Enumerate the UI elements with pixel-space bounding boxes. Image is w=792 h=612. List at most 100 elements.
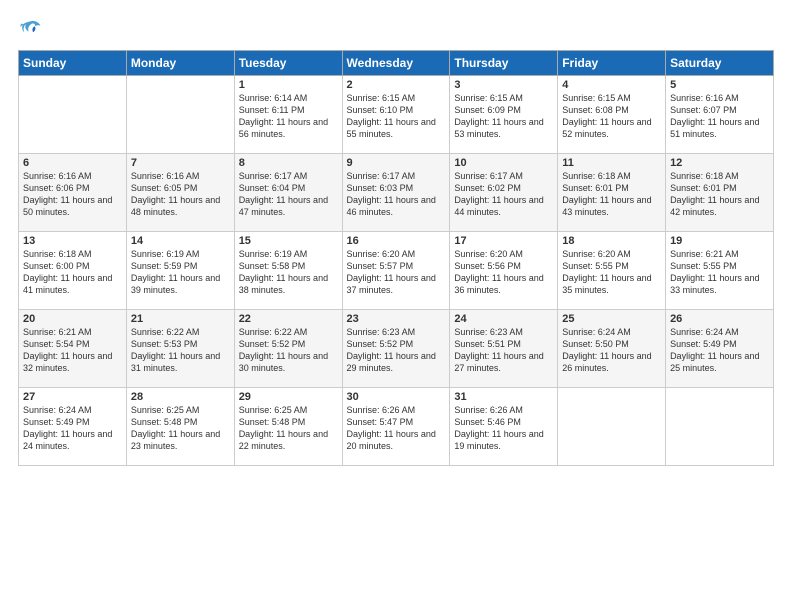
day-number: 6 [23, 157, 122, 169]
calendar-cell: 19Sunrise: 6:21 AM Sunset: 5:55 PM Dayli… [666, 232, 774, 310]
day-info: Sunrise: 6:19 AM Sunset: 5:59 PM Dayligh… [131, 248, 230, 297]
day-info: Sunrise: 6:14 AM Sunset: 6:11 PM Dayligh… [239, 92, 338, 141]
day-info: Sunrise: 6:22 AM Sunset: 5:53 PM Dayligh… [131, 326, 230, 375]
day-number: 5 [670, 79, 769, 91]
calendar-cell: 31Sunrise: 6:26 AM Sunset: 5:46 PM Dayli… [450, 388, 558, 466]
calendar-cell: 26Sunrise: 6:24 AM Sunset: 5:49 PM Dayli… [666, 310, 774, 388]
calendar-cell: 7Sunrise: 6:16 AM Sunset: 6:05 PM Daylig… [126, 154, 234, 232]
day-info: Sunrise: 6:18 AM Sunset: 6:01 PM Dayligh… [670, 170, 769, 219]
calendar-header-saturday: Saturday [666, 51, 774, 76]
calendar-cell: 22Sunrise: 6:22 AM Sunset: 5:52 PM Dayli… [234, 310, 342, 388]
calendar-week-3: 13Sunrise: 6:18 AM Sunset: 6:00 PM Dayli… [19, 232, 774, 310]
day-number: 7 [131, 157, 230, 169]
calendar-cell: 24Sunrise: 6:23 AM Sunset: 5:51 PM Dayli… [450, 310, 558, 388]
calendar-week-4: 20Sunrise: 6:21 AM Sunset: 5:54 PM Dayli… [19, 310, 774, 388]
calendar-cell: 9Sunrise: 6:17 AM Sunset: 6:03 PM Daylig… [342, 154, 450, 232]
day-info: Sunrise: 6:15 AM Sunset: 6:10 PM Dayligh… [347, 92, 446, 141]
calendar-cell: 5Sunrise: 6:16 AM Sunset: 6:07 PM Daylig… [666, 76, 774, 154]
calendar-cell [126, 76, 234, 154]
day-info: Sunrise: 6:19 AM Sunset: 5:58 PM Dayligh… [239, 248, 338, 297]
day-number: 17 [454, 235, 553, 247]
day-info: Sunrise: 6:15 AM Sunset: 6:08 PM Dayligh… [562, 92, 661, 141]
day-number: 13 [23, 235, 122, 247]
day-number: 12 [670, 157, 769, 169]
day-info: Sunrise: 6:17 AM Sunset: 6:04 PM Dayligh… [239, 170, 338, 219]
day-info: Sunrise: 6:25 AM Sunset: 5:48 PM Dayligh… [131, 404, 230, 453]
calendar-cell: 27Sunrise: 6:24 AM Sunset: 5:49 PM Dayli… [19, 388, 127, 466]
day-number: 18 [562, 235, 661, 247]
day-info: Sunrise: 6:16 AM Sunset: 6:07 PM Dayligh… [670, 92, 769, 141]
calendar-header-tuesday: Tuesday [234, 51, 342, 76]
day-info: Sunrise: 6:23 AM Sunset: 5:52 PM Dayligh… [347, 326, 446, 375]
day-number: 2 [347, 79, 446, 91]
day-number: 10 [454, 157, 553, 169]
calendar-cell: 25Sunrise: 6:24 AM Sunset: 5:50 PM Dayli… [558, 310, 666, 388]
calendar-cell: 1Sunrise: 6:14 AM Sunset: 6:11 PM Daylig… [234, 76, 342, 154]
day-number: 29 [239, 391, 338, 403]
day-number: 1 [239, 79, 338, 91]
day-number: 4 [562, 79, 661, 91]
day-info: Sunrise: 6:17 AM Sunset: 6:02 PM Dayligh… [454, 170, 553, 219]
calendar-cell: 23Sunrise: 6:23 AM Sunset: 5:52 PM Dayli… [342, 310, 450, 388]
logo [18, 18, 42, 40]
calendar-cell: 28Sunrise: 6:25 AM Sunset: 5:48 PM Dayli… [126, 388, 234, 466]
logo-bird-icon [20, 18, 42, 40]
calendar-cell: 4Sunrise: 6:15 AM Sunset: 6:08 PM Daylig… [558, 76, 666, 154]
day-info: Sunrise: 6:20 AM Sunset: 5:57 PM Dayligh… [347, 248, 446, 297]
day-number: 14 [131, 235, 230, 247]
day-number: 22 [239, 313, 338, 325]
calendar-cell: 14Sunrise: 6:19 AM Sunset: 5:59 PM Dayli… [126, 232, 234, 310]
day-info: Sunrise: 6:22 AM Sunset: 5:52 PM Dayligh… [239, 326, 338, 375]
header [18, 18, 774, 40]
day-number: 20 [23, 313, 122, 325]
day-info: Sunrise: 6:21 AM Sunset: 5:54 PM Dayligh… [23, 326, 122, 375]
day-info: Sunrise: 6:26 AM Sunset: 5:46 PM Dayligh… [454, 404, 553, 453]
day-number: 30 [347, 391, 446, 403]
calendar-week-5: 27Sunrise: 6:24 AM Sunset: 5:49 PM Dayli… [19, 388, 774, 466]
day-info: Sunrise: 6:16 AM Sunset: 6:06 PM Dayligh… [23, 170, 122, 219]
calendar-cell: 8Sunrise: 6:17 AM Sunset: 6:04 PM Daylig… [234, 154, 342, 232]
calendar-cell: 16Sunrise: 6:20 AM Sunset: 5:57 PM Dayli… [342, 232, 450, 310]
day-info: Sunrise: 6:24 AM Sunset: 5:50 PM Dayligh… [562, 326, 661, 375]
calendar-cell [558, 388, 666, 466]
day-number: 23 [347, 313, 446, 325]
day-number: 21 [131, 313, 230, 325]
calendar-header-monday: Monday [126, 51, 234, 76]
calendar-cell: 21Sunrise: 6:22 AM Sunset: 5:53 PM Dayli… [126, 310, 234, 388]
calendar-cell: 15Sunrise: 6:19 AM Sunset: 5:58 PM Dayli… [234, 232, 342, 310]
day-info: Sunrise: 6:20 AM Sunset: 5:55 PM Dayligh… [562, 248, 661, 297]
day-number: 25 [562, 313, 661, 325]
calendar-cell: 12Sunrise: 6:18 AM Sunset: 6:01 PM Dayli… [666, 154, 774, 232]
calendar-header-thursday: Thursday [450, 51, 558, 76]
day-info: Sunrise: 6:25 AM Sunset: 5:48 PM Dayligh… [239, 404, 338, 453]
day-info: Sunrise: 6:20 AM Sunset: 5:56 PM Dayligh… [454, 248, 553, 297]
day-number: 16 [347, 235, 446, 247]
day-info: Sunrise: 6:26 AM Sunset: 5:47 PM Dayligh… [347, 404, 446, 453]
day-info: Sunrise: 6:24 AM Sunset: 5:49 PM Dayligh… [23, 404, 122, 453]
calendar-cell [19, 76, 127, 154]
calendar-week-1: 1Sunrise: 6:14 AM Sunset: 6:11 PM Daylig… [19, 76, 774, 154]
day-number: 27 [23, 391, 122, 403]
day-info: Sunrise: 6:16 AM Sunset: 6:05 PM Dayligh… [131, 170, 230, 219]
day-number: 31 [454, 391, 553, 403]
calendar-week-2: 6Sunrise: 6:16 AM Sunset: 6:06 PM Daylig… [19, 154, 774, 232]
calendar-cell: 11Sunrise: 6:18 AM Sunset: 6:01 PM Dayli… [558, 154, 666, 232]
calendar-cell: 20Sunrise: 6:21 AM Sunset: 5:54 PM Dayli… [19, 310, 127, 388]
day-number: 24 [454, 313, 553, 325]
day-number: 8 [239, 157, 338, 169]
calendar-cell: 30Sunrise: 6:26 AM Sunset: 5:47 PM Dayli… [342, 388, 450, 466]
calendar-cell: 3Sunrise: 6:15 AM Sunset: 6:09 PM Daylig… [450, 76, 558, 154]
calendar-header-sunday: Sunday [19, 51, 127, 76]
day-number: 11 [562, 157, 661, 169]
calendar-cell: 2Sunrise: 6:15 AM Sunset: 6:10 PM Daylig… [342, 76, 450, 154]
calendar-header-row: SundayMondayTuesdayWednesdayThursdayFrid… [19, 51, 774, 76]
page: SundayMondayTuesdayWednesdayThursdayFrid… [0, 0, 792, 612]
calendar-cell: 29Sunrise: 6:25 AM Sunset: 5:48 PM Dayli… [234, 388, 342, 466]
logo-text [18, 18, 42, 40]
day-info: Sunrise: 6:18 AM Sunset: 6:01 PM Dayligh… [562, 170, 661, 219]
day-info: Sunrise: 6:21 AM Sunset: 5:55 PM Dayligh… [670, 248, 769, 297]
day-number: 19 [670, 235, 769, 247]
day-number: 26 [670, 313, 769, 325]
day-number: 15 [239, 235, 338, 247]
calendar-cell: 10Sunrise: 6:17 AM Sunset: 6:02 PM Dayli… [450, 154, 558, 232]
